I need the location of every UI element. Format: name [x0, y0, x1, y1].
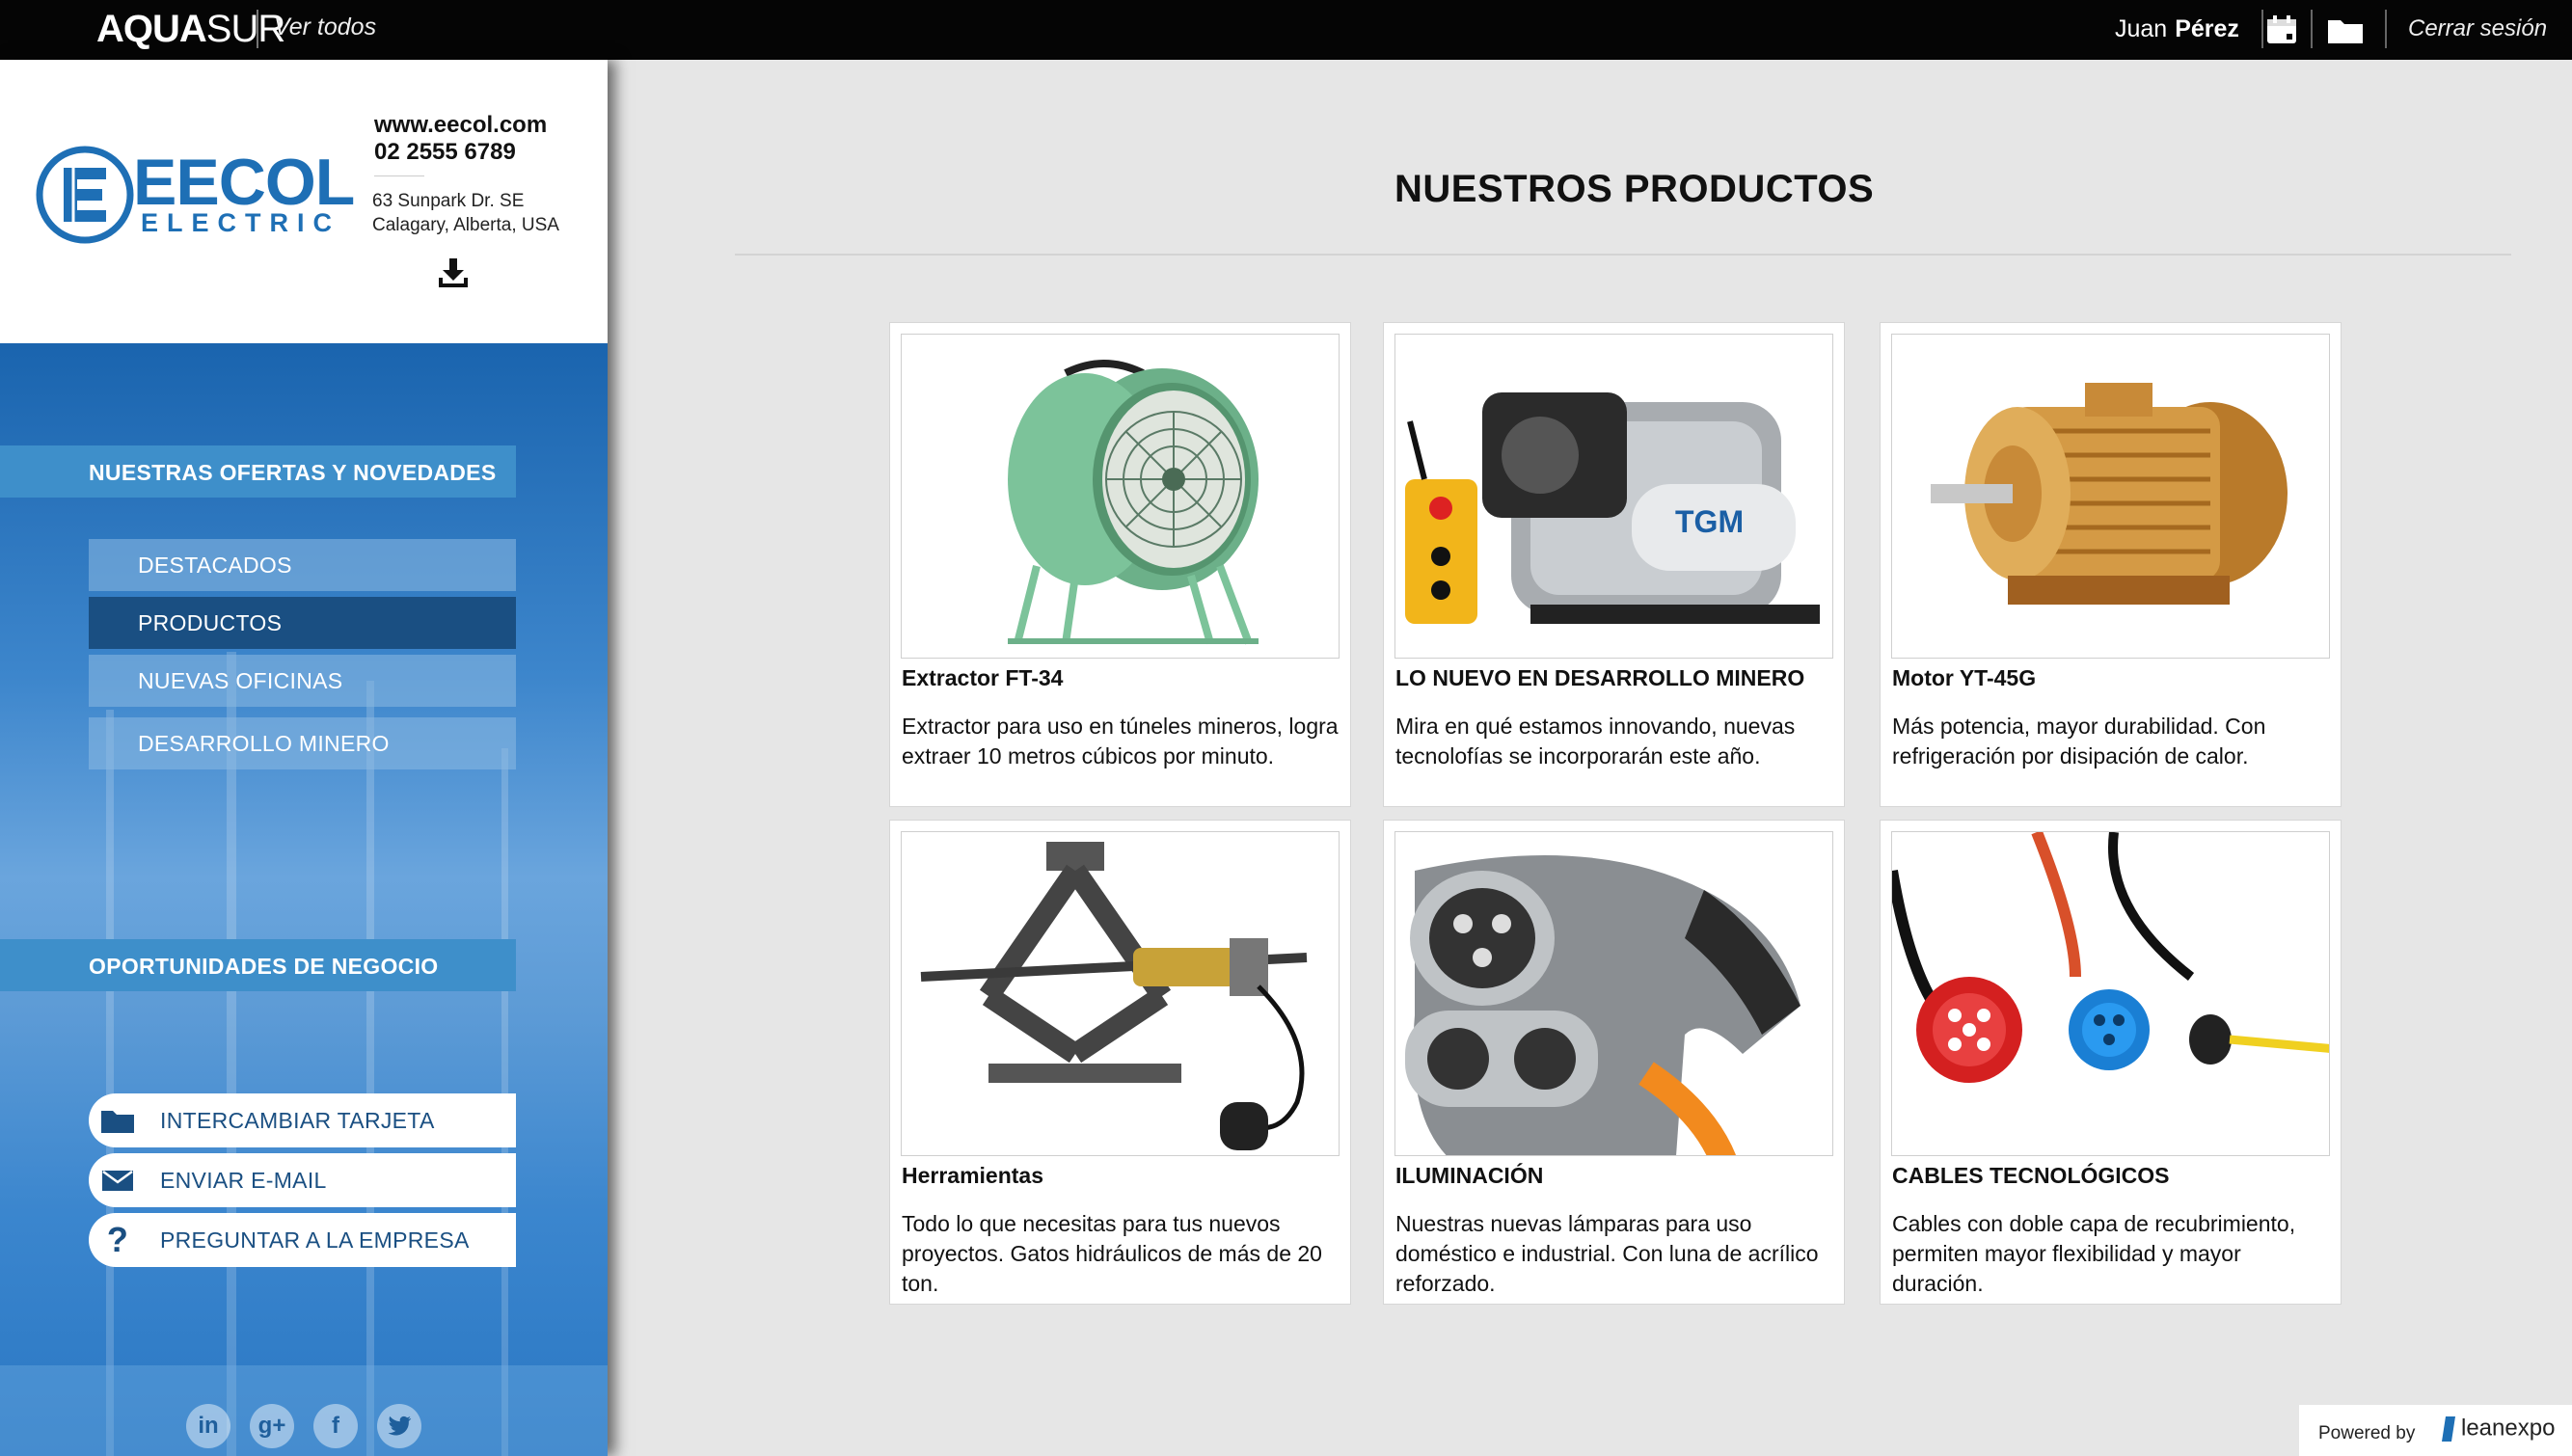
- hoist-motor-image: TGM: [1394, 334, 1833, 659]
- section-offers-heading[interactable]: NUESTRAS OFERTAS Y NOVEDADES: [0, 445, 516, 498]
- divider: [2385, 10, 2387, 48]
- twitter-icon[interactable]: [377, 1404, 421, 1448]
- page-title: NUESTROS PRODUCTOS: [1394, 168, 1875, 210]
- user-first-name: Juan: [2115, 15, 2168, 42]
- sidebar-item-destacados[interactable]: DESTACADOS: [89, 539, 516, 591]
- google-plus-icon[interactable]: g+: [250, 1404, 294, 1448]
- product-title: LO NUEVO EN DESARROLLO MINERO: [1395, 665, 1805, 690]
- turbine-decoration: [227, 652, 236, 1456]
- calendar-icon[interactable]: [2261, 10, 2303, 50]
- ask-company-label: PREGUNTAR A LA EMPRESA: [160, 1227, 470, 1253]
- powered-by-badge[interactable]: Powered by leanexpo: [2299, 1405, 2572, 1456]
- product-card[interactable]: CABLES TECNOLÓGICOS Cables con doble cap…: [1880, 820, 2342, 1305]
- download-icon[interactable]: [437, 256, 470, 289]
- ask-company-button[interactable]: ? PREGUNTAR A LA EMPRESA: [89, 1213, 516, 1267]
- section-business-heading[interactable]: OPORTUNIDADES DE NEGOCIO: [0, 939, 516, 991]
- product-title: Herramientas: [902, 1163, 1044, 1188]
- company-address-line1: 63 Sunpark Dr. SE: [372, 191, 525, 211]
- eecol-logo[interactable]: EECOL ELECTRIC: [35, 145, 355, 260]
- leanexpo-brand: leanexpo: [2461, 1415, 2556, 1442]
- ver-todos-link[interactable]: Ver todos: [274, 13, 376, 41]
- product-description: Más potencia, mayor durabilidad. Con ref…: [1892, 714, 2266, 768]
- product-card[interactable]: Extractor FT-34 Extractor para uso en tú…: [889, 322, 1351, 807]
- product-title: Motor YT-45G: [1892, 665, 2037, 690]
- product-title: Extractor FT-34: [902, 665, 1064, 690]
- company-phone: 02 2555 6789: [374, 139, 516, 165]
- linkedin-icon[interactable]: in: [186, 1404, 230, 1448]
- product-card[interactable]: Herramientas Todo lo que necesitas para …: [889, 820, 1351, 1305]
- user-last-name: Pérez: [2175, 15, 2239, 42]
- fan-extractor-image: [901, 334, 1340, 659]
- sidebar-menu-panel: NUESTRAS OFERTAS Y NOVEDADES DESTACADOS …: [0, 343, 608, 1456]
- mail-icon: [98, 1162, 137, 1199]
- product-title: CABLES TECNOLÓGICOS: [1892, 1163, 2170, 1188]
- send-email-button[interactable]: ENVIAR E-MAIL: [89, 1153, 516, 1207]
- sidebar-item-productos[interactable]: PRODUCTOS: [89, 597, 516, 649]
- top-bar: AQUASUR Ver todos Juan Pérez Cerrar sesió…: [0, 0, 2572, 60]
- turbine-decoration: [106, 710, 114, 1456]
- question-icon: ?: [106, 1220, 129, 1259]
- charging-connector-image: [1394, 831, 1833, 1156]
- hydraulic-jack-image: [901, 831, 1340, 1156]
- company-address-line2: Calagary, Alberta, USA: [372, 215, 559, 235]
- divider: [374, 175, 424, 176]
- sidebar: EECOL ELECTRIC www.eecol.com 02 2555 678…: [0, 60, 608, 1456]
- product-card[interactable]: Motor YT-45G Más potencia, mayor durabil…: [1880, 322, 2342, 807]
- company-website[interactable]: www.eecol.com: [374, 112, 547, 139]
- exchange-card-button[interactable]: INTERCAMBIAR TARJETA: [89, 1093, 516, 1147]
- leanexpo-logo: leanexpo: [2442, 1415, 2555, 1443]
- brand-bold: AQUA: [96, 8, 207, 50]
- divider: [257, 10, 258, 48]
- divider: [2311, 10, 2313, 48]
- logout-link[interactable]: Cerrar sesión: [2408, 15, 2547, 42]
- product-description: Nuestras nuevas lámparas para uso domést…: [1395, 1211, 1819, 1296]
- divider: [735, 254, 2511, 256]
- product-description: Todo lo que necesitas para tus nuevos pr…: [902, 1211, 1322, 1296]
- powered-by-text: Powered by: [2318, 1423, 2416, 1443]
- product-card[interactable]: TGM LO NUEVO EN DESARROLLO MINERO Mira e…: [1383, 322, 1845, 807]
- ground-decoration: [0, 1365, 608, 1456]
- folder-icon[interactable]: [2324, 10, 2367, 50]
- product-card[interactable]: ILUMINACIÓN Nuestras nuevas lámparas par…: [1383, 820, 1845, 1305]
- industrial-cables-image: [1891, 831, 2330, 1156]
- electric-motor-image: [1891, 334, 2330, 659]
- turbine-decoration: [366, 681, 374, 1456]
- user-name[interactable]: Juan Pérez: [2115, 15, 2239, 43]
- send-email-label: ENVIAR E-MAIL: [160, 1168, 327, 1193]
- sidebar-item-nuevas-oficinas[interactable]: NUEVAS OFICINAS: [89, 655, 516, 707]
- product-description: Cables con doble capa de recubrimiento, …: [1892, 1211, 2296, 1296]
- svg-text:TGM: TGM: [1675, 504, 1744, 539]
- card-icon: [98, 1102, 137, 1139]
- product-description: Extractor para uso en túneles mineros, l…: [902, 714, 1339, 768]
- exchange-card-label: INTERCAMBIAR TARJETA: [160, 1108, 435, 1133]
- company-card: EECOL ELECTRIC www.eecol.com 02 2555 678…: [0, 60, 608, 343]
- logo-sub-text: ELECTRIC: [141, 208, 340, 237]
- sidebar-item-desarrollo-minero[interactable]: DESARROLLO MINERO: [89, 717, 516, 769]
- product-description: Mira en qué estamos innovando, nuevas te…: [1395, 714, 1796, 768]
- facebook-icon[interactable]: f: [313, 1404, 358, 1448]
- product-title: ILUMINACIÓN: [1395, 1163, 1544, 1188]
